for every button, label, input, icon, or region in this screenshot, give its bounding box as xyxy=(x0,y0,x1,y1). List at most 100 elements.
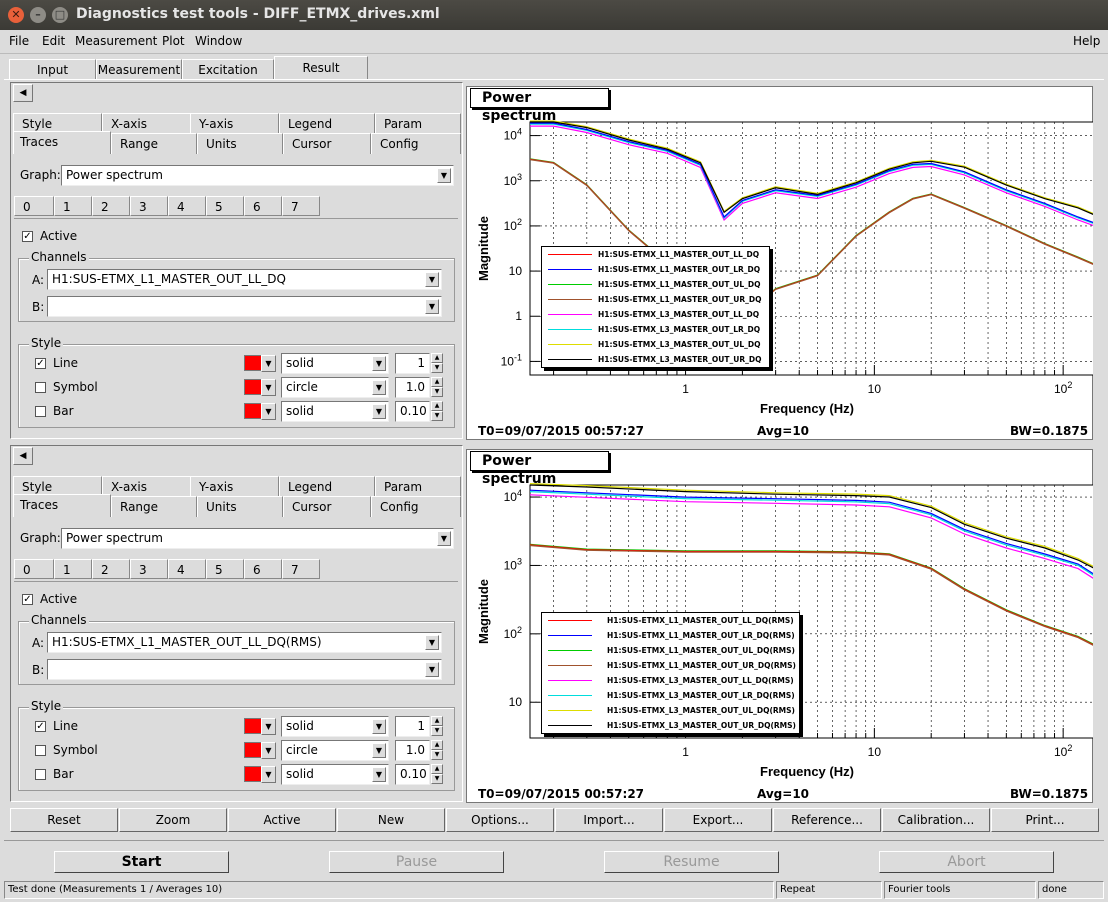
start-button[interactable]: Start xyxy=(54,851,229,873)
chevron-down-icon[interactable]: ▼ xyxy=(372,767,386,782)
minimize-icon[interactable]: – xyxy=(30,7,46,23)
chevron-down-icon[interactable]: ▼ xyxy=(437,531,451,546)
bar-color-swatch[interactable] xyxy=(244,403,262,419)
menu-file[interactable]: File xyxy=(9,34,29,48)
tab-input[interactable]: Input xyxy=(9,59,96,80)
trace-tab-7[interactable]: 7 xyxy=(282,196,320,216)
calibration-button[interactable]: Calibration... xyxy=(882,808,990,832)
symbol-checkbox[interactable] xyxy=(35,382,46,393)
tab-config[interactable]: Config xyxy=(371,133,461,154)
chevron-down-icon[interactable]: ▼ xyxy=(372,404,386,419)
chevron-down-icon[interactable]: ▼ xyxy=(425,272,439,287)
scroll-left-icon[interactable]: ◀ xyxy=(13,84,33,102)
spin-down-icon[interactable]: ▼ xyxy=(431,363,443,373)
spin-down-icon[interactable]: ▼ xyxy=(431,726,443,736)
tab-x-axis[interactable]: X-axis xyxy=(102,113,191,133)
options-button[interactable]: Options... xyxy=(446,808,554,832)
tab-legend[interactable]: Legend xyxy=(279,476,375,496)
spin-down-icon[interactable]: ▼ xyxy=(431,750,443,760)
print-button[interactable]: Print... xyxy=(991,808,1099,832)
line-checkbox[interactable]: ✓ xyxy=(35,358,46,369)
abort-button[interactable]: Abort xyxy=(879,851,1054,873)
trace-tab-0[interactable]: 0 xyxy=(14,559,54,579)
scroll-left-icon[interactable]: ◀ xyxy=(13,447,33,465)
tab-units[interactable]: Units xyxy=(197,496,283,517)
tab-traces[interactable]: Traces xyxy=(13,131,111,154)
chevron-down-icon[interactable]: ▼ xyxy=(425,299,439,314)
maximize-icon[interactable]: □ xyxy=(52,7,68,23)
trace-tab-0[interactable]: 0 xyxy=(14,196,54,216)
trace-tab-3[interactable]: 3 xyxy=(130,196,168,216)
trace-tab-2[interactable]: 2 xyxy=(92,559,130,579)
tab-legend[interactable]: Legend xyxy=(279,113,375,133)
trace-tab-4[interactable]: 4 xyxy=(168,196,206,216)
menu-edit[interactable]: Edit xyxy=(42,34,65,48)
trace-tab-5[interactable]: 5 xyxy=(206,559,244,579)
channel-a-select[interactable]: H1:SUS-ETMX_L1_MASTER_OUT_LL_DQ(RMS) ▼ xyxy=(47,632,442,653)
chevron-down-icon[interactable]: ▼ xyxy=(425,635,439,650)
channel-a-select[interactable]: H1:SUS-ETMX_L1_MASTER_OUT_LL_DQ ▼ xyxy=(47,269,442,290)
tab-result[interactable]: Result xyxy=(274,56,368,80)
tab-x-axis[interactable]: X-axis xyxy=(102,476,191,496)
trace-tab-3[interactable]: 3 xyxy=(130,559,168,579)
bar-style-select[interactable]: solid ▼ xyxy=(281,764,389,785)
tab-excitation[interactable]: Excitation xyxy=(182,59,274,80)
export-button[interactable]: Export... xyxy=(664,808,772,832)
line-size-input[interactable]: 1 xyxy=(395,353,430,374)
trace-tab-4[interactable]: 4 xyxy=(168,559,206,579)
reference-button[interactable]: Reference... xyxy=(773,808,881,832)
trace-tab-1[interactable]: 1 xyxy=(54,559,92,579)
menu-window[interactable]: Window xyxy=(195,34,242,48)
tab-y-axis[interactable]: Y-axis xyxy=(190,476,279,496)
symbol-checkbox[interactable] xyxy=(35,745,46,756)
reset-button[interactable]: Reset xyxy=(10,808,118,832)
import-button[interactable]: Import... xyxy=(555,808,663,832)
spin-up-icon[interactable]: ▲ xyxy=(431,716,443,726)
bar-checkbox[interactable] xyxy=(35,769,46,780)
line-style-select[interactable]: solid ▼ xyxy=(281,353,389,374)
line-color-swatch[interactable] xyxy=(244,718,262,734)
symbol-color-swatch[interactable] xyxy=(244,742,262,758)
chevron-down-icon[interactable]: ▼ xyxy=(261,766,276,783)
chevron-down-icon[interactable]: ▼ xyxy=(437,168,451,183)
chevron-down-icon[interactable]: ▼ xyxy=(372,743,386,758)
tab-style[interactable]: Style xyxy=(13,113,102,133)
bar-color-swatch[interactable] xyxy=(244,766,262,782)
trace-tab-5[interactable]: 5 xyxy=(206,196,244,216)
spin-up-icon[interactable]: ▲ xyxy=(431,401,443,411)
chevron-down-icon[interactable]: ▼ xyxy=(261,379,276,396)
tab-style[interactable]: Style xyxy=(13,476,102,496)
menu-help[interactable]: Help xyxy=(1073,34,1100,48)
symbol-size-input[interactable]: 1.0 xyxy=(395,377,430,398)
spin-up-icon[interactable]: ▲ xyxy=(431,740,443,750)
chevron-down-icon[interactable]: ▼ xyxy=(372,356,386,371)
close-icon[interactable]: ✕ xyxy=(8,7,24,23)
spin-up-icon[interactable]: ▲ xyxy=(431,764,443,774)
chevron-down-icon[interactable]: ▼ xyxy=(425,662,439,677)
bar-size-input[interactable]: 0.10 xyxy=(395,764,430,785)
trace-tab-6[interactable]: 6 xyxy=(244,559,282,579)
trace-tab-7[interactable]: 7 xyxy=(282,559,320,579)
tab-config[interactable]: Config xyxy=(371,496,461,517)
spin-down-icon[interactable]: ▼ xyxy=(431,774,443,784)
tab-range[interactable]: Range xyxy=(111,496,197,517)
tab-param[interactable]: Param xyxy=(375,476,461,496)
channel-b-select[interactable]: ▼ xyxy=(47,659,442,680)
chevron-down-icon[interactable]: ▼ xyxy=(261,742,276,759)
line-size-input[interactable]: 1 xyxy=(395,716,430,737)
chevron-down-icon[interactable]: ▼ xyxy=(261,355,276,372)
pause-button[interactable]: Pause xyxy=(329,851,504,873)
spin-up-icon[interactable]: ▲ xyxy=(431,377,443,387)
active-checkbox[interactable]: ✓ xyxy=(22,231,33,242)
trace-tab-1[interactable]: 1 xyxy=(54,196,92,216)
trace-tab-6[interactable]: 6 xyxy=(244,196,282,216)
chevron-down-icon[interactable]: ▼ xyxy=(261,718,276,735)
tab-cursor[interactable]: Cursor xyxy=(283,133,371,154)
resume-button[interactable]: Resume xyxy=(604,851,779,873)
active-button[interactable]: Active xyxy=(228,808,336,832)
trace-tab-2[interactable]: 2 xyxy=(92,196,130,216)
spin-down-icon[interactable]: ▼ xyxy=(431,387,443,397)
tab-traces[interactable]: Traces xyxy=(13,494,111,517)
line-style-select[interactable]: solid ▼ xyxy=(281,716,389,737)
tab-units[interactable]: Units xyxy=(197,133,283,154)
